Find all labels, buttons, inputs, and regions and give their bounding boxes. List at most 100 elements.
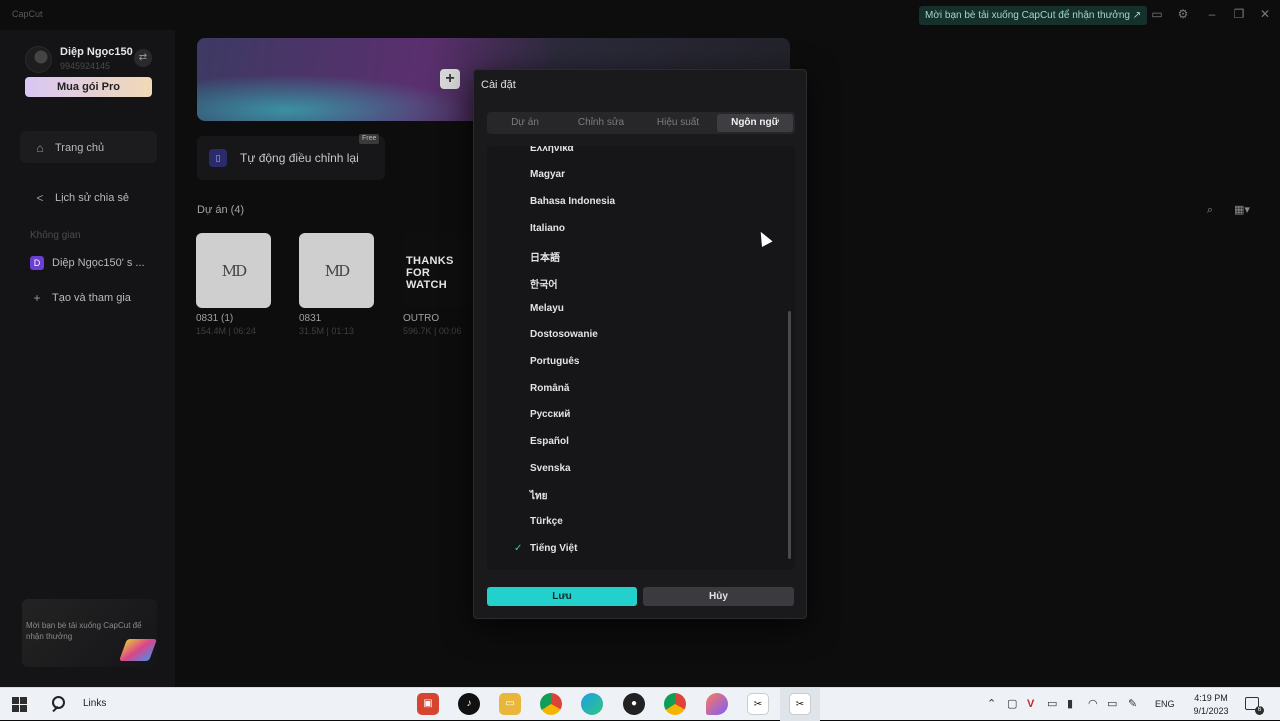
invite-promo-card[interactable]: Mời bạn bè tải xuống CapCut để nhận thưở… [22, 599, 157, 667]
language-option[interactable]: Italiano [530, 223, 565, 234]
sidebar-item-share-history[interactable]: < Lịch sử chia sẻ [33, 191, 129, 205]
settings-tabs: Dự án Chỉnh sửa Hiệu suất Ngôn ngữ [487, 112, 795, 134]
maximize-icon[interactable]: ❐ [1232, 7, 1246, 21]
project-thumbnail[interactable]: MD [299, 233, 374, 308]
project-meta: 31.5M | 01:13 [299, 326, 354, 336]
tab-project[interactable]: Dự án [489, 114, 561, 132]
wifi-icon[interactable]: ◠ [1088, 698, 1098, 711]
battery-icon[interactable]: ▭ [1107, 698, 1117, 711]
clock-time: 4:19 PM [1194, 693, 1228, 703]
app-icon[interactable] [706, 693, 728, 715]
project-thumbnail[interactable]: MD [196, 233, 271, 308]
settings-dialog: Cài đặt Dự án Chỉnh sửa Hiệu suất Ngôn n… [473, 69, 807, 619]
links-toolbar[interactable]: Links [83, 698, 106, 709]
search-icon[interactable] [50, 695, 70, 715]
tray-icon[interactable]: ▢ [1007, 698, 1017, 711]
taskbar: Links ▣ ♪ ▭ ● ✂ ✂ ⌃ ▢ V ▭ ▮ ◠ ▭ ✎ ENG 4:… [0, 687, 1280, 721]
auto-adjust-card[interactable]: ▯ Tự động điều chỉnh lại [197, 136, 385, 180]
sidebar-item-workspace[interactable]: D Diệp Ngọc150' s ... [30, 256, 145, 270]
capcut-icon[interactable]: ✂ [789, 693, 811, 715]
minimize-icon[interactable]: – [1205, 7, 1219, 21]
sidebar-item-home[interactable]: ⌂ Trang chủ [33, 141, 104, 155]
invite-friends-banner[interactable]: Mời bạn bè tải xuống CapCut để nhận thưở… [919, 6, 1148, 25]
language-option[interactable]: Español [530, 436, 569, 447]
sidebar-item-label: Diệp Ngọc150' s ... [52, 257, 145, 269]
language-option[interactable]: Ελληνικά [530, 146, 574, 154]
user-name: Diệp Ngọc150 [60, 46, 133, 58]
feedback-icon[interactable]: ▭ [1150, 7, 1164, 21]
language-option[interactable]: Türkçe [530, 516, 563, 527]
capcut-icon[interactable]: ✂ [747, 693, 769, 715]
cancel-button[interactable]: Hủy [643, 587, 794, 606]
project-thumbnail[interactable]: THANKS FOR WATCH [403, 233, 473, 308]
language-option[interactable]: 日本語 [530, 249, 560, 264]
thumbnail-text: THANKS FOR WATCH [406, 255, 454, 291]
language-option[interactable]: Magyar [530, 169, 565, 180]
tab-language[interactable]: Ngôn ngữ [717, 114, 793, 132]
windows-start-icon[interactable] [12, 697, 27, 712]
new-project-plus-icon[interactable]: + [440, 69, 460, 89]
notification-count: 6 [1255, 706, 1264, 715]
input-language[interactable]: ENG [1155, 699, 1175, 709]
settings-gear-icon[interactable]: ⚙ [1176, 7, 1190, 21]
language-option[interactable]: Русский [530, 409, 570, 420]
dialog-title: Cài đặt [481, 79, 516, 91]
buy-pro-button[interactable]: Mua gói Pro [25, 77, 152, 97]
title-bar: CapCut Mời bạn bè tải xuống CapCut để nh… [0, 0, 1280, 30]
language-option-selected[interactable]: Tiếng Việt [530, 543, 577, 554]
chrome-icon[interactable] [540, 693, 562, 715]
edge-icon[interactable] [581, 693, 603, 715]
language-list: Ελληνικά Magyar Bahasa Indonesia Italian… [487, 146, 795, 570]
thumbnail-logo: MD [324, 261, 350, 280]
tab-edit[interactable]: Chỉnh sửa [564, 114, 638, 132]
view-toggle-icon[interactable]: ▦▾ [1227, 201, 1257, 219]
free-badge: Free [359, 134, 380, 144]
sidebar: Diệp Ngọc150 9945924145 ⇄ Mua gói Pro ⌂ … [0, 30, 175, 687]
language-option[interactable]: Svenska [530, 463, 571, 474]
share-icon: < [36, 191, 44, 205]
close-icon[interactable]: ✕ [1258, 7, 1272, 21]
language-option[interactable]: Português [530, 356, 579, 367]
app-icon[interactable]: ● [623, 693, 645, 715]
language-option[interactable]: ไทย [530, 489, 547, 504]
sidebar-item-label: Lịch sử chia sẻ [55, 192, 130, 204]
auto-adjust-label: Tự động điều chỉnh lại [240, 151, 359, 165]
switch-account-icon[interactable]: ⇄ [134, 49, 152, 67]
microphone-icon[interactable]: ▮ [1067, 698, 1073, 711]
project-meta: 596.7K | 00:06 [403, 326, 462, 336]
tiktok-icon[interactable]: ♪ [458, 693, 480, 715]
pen-icon[interactable]: ✎ [1128, 698, 1137, 711]
workspace-badge: D [30, 256, 44, 270]
user-id: 9945924145 [60, 61, 111, 71]
project-meta: 154.4M | 06:24 [196, 326, 256, 336]
language-option[interactable]: Dostosowanie [530, 329, 598, 340]
auto-adjust-icon: ▯ [209, 149, 227, 167]
workspace-section-label: Không gian [30, 230, 81, 241]
scrollbar[interactable] [788, 311, 791, 559]
clock-date: 9/1/2023 [1193, 706, 1229, 716]
language-option[interactable]: 한국어 [530, 276, 558, 291]
file-explorer-icon[interactable]: ▭ [499, 693, 521, 715]
tray-icon[interactable]: V [1027, 698, 1034, 711]
chevron-up-icon[interactable]: ⌃ [987, 698, 996, 711]
clock[interactable]: 4:19 PM 9/1/2023 [1186, 692, 1236, 718]
check-icon: ✓ [514, 543, 523, 554]
project-name: OUTRO [403, 313, 440, 324]
tray-icon[interactable]: ▭ [1047, 698, 1057, 711]
tab-performance[interactable]: Hiệu suất [641, 114, 715, 132]
save-button[interactable]: Lưu [487, 587, 637, 606]
project-name: 0831 (1) [196, 313, 234, 324]
language-option[interactable]: Bahasa Indonesia [530, 196, 615, 207]
chrome-icon[interactable] [664, 693, 686, 715]
sidebar-item-create-join[interactable]: + Tạo và tham gia [30, 291, 130, 305]
plus-icon: + [33, 291, 41, 305]
promo-illustration [118, 639, 157, 661]
language-option[interactable]: Melayu [530, 303, 564, 314]
search-icon[interactable]: ⌕ [1201, 201, 1219, 219]
app-title: CapCut [12, 9, 43, 19]
language-option[interactable]: Română [530, 383, 569, 394]
avatar[interactable] [25, 46, 52, 73]
app-icon[interactable]: ▣ [417, 693, 439, 715]
project-name: 0831 [299, 313, 322, 324]
thumbnail-logo: MD [221, 261, 247, 280]
